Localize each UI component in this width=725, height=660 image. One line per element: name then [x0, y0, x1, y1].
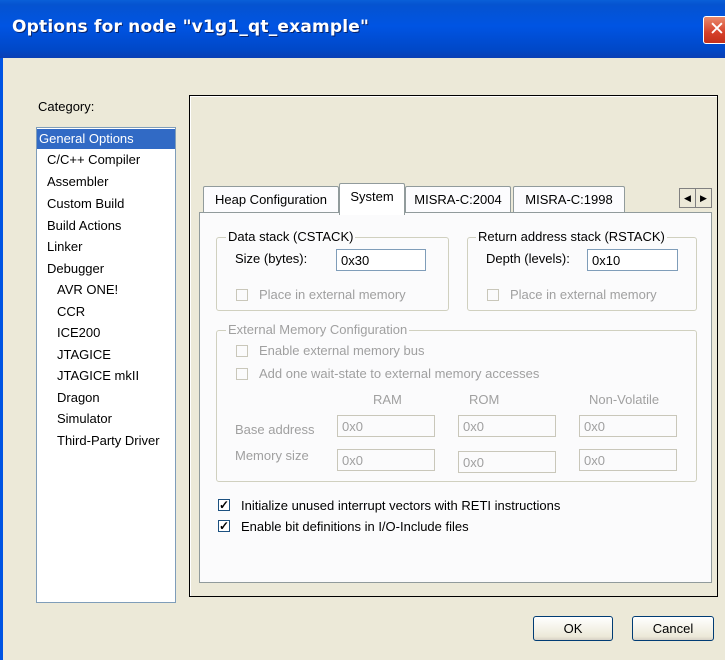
cancel-button[interactable]: Cancel	[632, 616, 714, 641]
category-item-third-party-driver[interactable]: Third-Party Driver	[57, 431, 160, 451]
bit-definitions-label: Enable bit definitions in I/O-Include fi…	[241, 519, 469, 534]
category-item-assembler[interactable]: Assembler	[47, 172, 108, 192]
col-nv-header: Non-Volatile	[589, 392, 660, 407]
base-ram-input[interactable]: 0x0	[337, 415, 435, 437]
category-item-avr-one[interactable]: AVR ONE!	[57, 280, 118, 300]
depth-label: Depth (levels):	[486, 251, 570, 266]
window-title: Options for node "v1g1_qt_example"	[12, 17, 370, 37]
title-bar: Options for node "v1g1_qt_example" ✕	[0, 0, 725, 58]
category-item-c-compiler[interactable]: C/C++ Compiler	[47, 150, 140, 170]
return-stack-external-checkbox[interactable]	[487, 289, 499, 301]
stack-size-input[interactable]: 0x30	[336, 249, 426, 271]
memory-size-label: Memory size	[235, 448, 309, 463]
return-stack-title: Return address stack (RSTACK)	[476, 229, 667, 244]
tab-scroll-right-icon[interactable]: ▶	[695, 188, 712, 208]
base-nv-input[interactable]: 0x0	[579, 415, 677, 437]
stack-size-label: Size (bytes):	[235, 251, 308, 266]
category-item-jtagice[interactable]: JTAGICE	[57, 345, 111, 365]
category-item-general-options[interactable]: General Options	[37, 129, 175, 149]
category-item-simulator[interactable]: Simulator	[57, 409, 112, 429]
enable-bus-checkbox[interactable]	[236, 345, 248, 357]
init-vectors-label: Initialize unused interrupt vectors with…	[241, 498, 561, 513]
col-ram-header: RAM	[373, 392, 402, 407]
col-rom-header: ROM	[469, 392, 500, 407]
ok-button[interactable]: OK	[533, 616, 613, 641]
category-label: Category:	[38, 99, 95, 114]
tab-system[interactable]: System	[339, 183, 405, 215]
tab-misra-c-1998[interactable]: MISRA-C:1998	[513, 186, 625, 213]
external-memory-title: External Memory Configuration	[226, 322, 410, 337]
enable-bus-label: Enable external memory bus	[259, 343, 425, 358]
category-item-jtagice-mkii[interactable]: JTAGICE mkII	[57, 366, 139, 386]
size-nv-input[interactable]: 0x0	[579, 449, 677, 471]
base-rom-input[interactable]: 0x0	[458, 415, 556, 437]
init-vectors-checkbox[interactable]: ✓	[218, 499, 230, 511]
category-item-ice200[interactable]: ICE200	[57, 323, 100, 343]
category-item-dragon[interactable]: Dragon	[57, 388, 100, 408]
window-frame	[0, 58, 3, 660]
tab-scroll-left-icon[interactable]: ◀	[679, 188, 696, 208]
category-item-linker[interactable]: Linker	[47, 237, 82, 257]
tab-heap-configuration[interactable]: Heap Configuration	[203, 186, 339, 213]
data-stack-title: Data stack (CSTACK)	[226, 229, 356, 244]
depth-input[interactable]: 0x10	[587, 249, 678, 271]
data-stack-external-checkbox[interactable]	[236, 289, 248, 301]
tab-misra-c-2004[interactable]: MISRA-C:2004	[405, 186, 511, 213]
wait-state-checkbox[interactable]	[236, 368, 248, 380]
category-item-debugger[interactable]: Debugger	[47, 259, 104, 279]
close-button[interactable]: ✕	[703, 16, 725, 44]
wait-state-label: Add one wait-state to external memory ac…	[259, 366, 540, 381]
base-address-label: Base address	[235, 422, 315, 437]
size-rom-input[interactable]: 0x0	[458, 451, 556, 473]
category-item-ccr[interactable]: CCR	[57, 302, 85, 322]
category-item-custom-build[interactable]: Custom Build	[47, 194, 124, 214]
category-item-build-actions[interactable]: Build Actions	[47, 216, 121, 236]
bit-definitions-checkbox[interactable]: ✓	[218, 520, 230, 532]
return-stack-external-label: Place in external memory	[510, 287, 657, 302]
category-list[interactable]: General Options C/C++ Compiler Assembler…	[36, 127, 176, 603]
data-stack-external-label: Place in external memory	[259, 287, 406, 302]
size-ram-input[interactable]: 0x0	[337, 449, 435, 471]
